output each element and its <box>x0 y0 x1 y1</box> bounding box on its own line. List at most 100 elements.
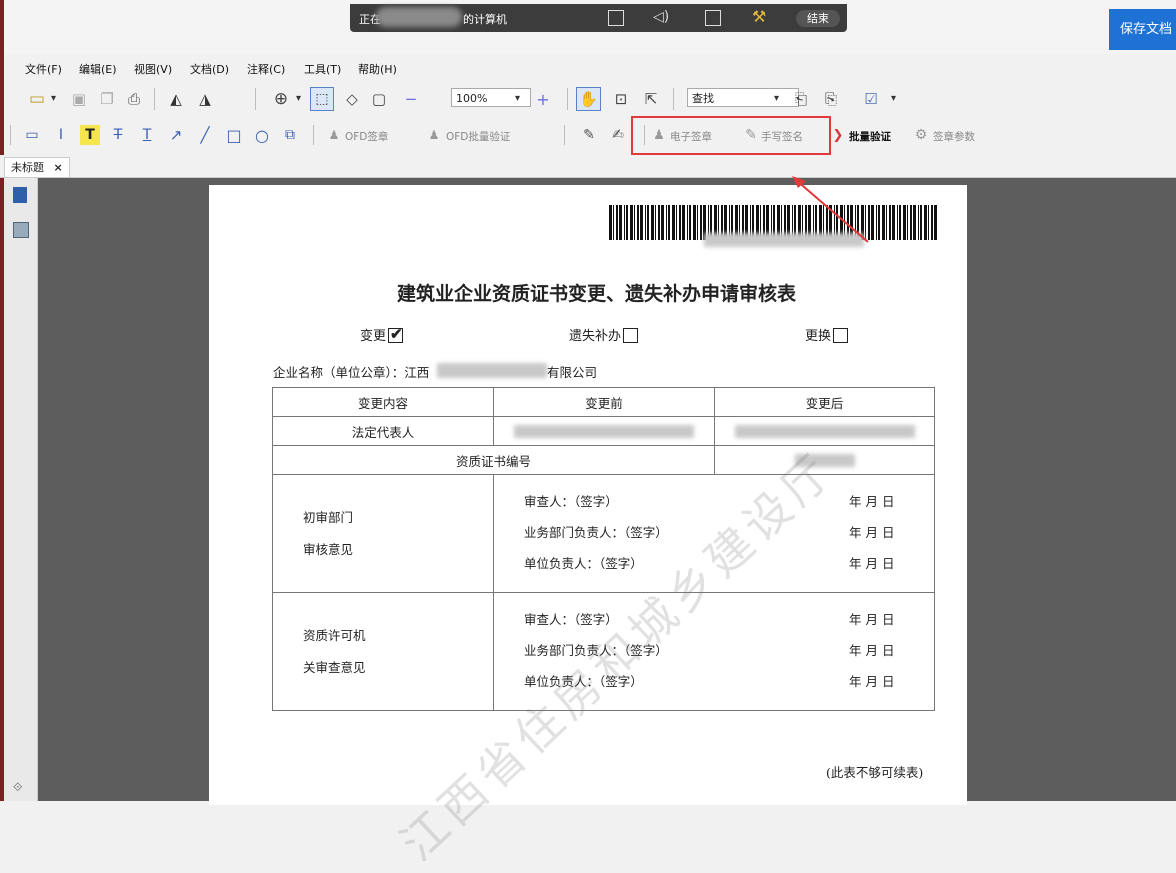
menu-help[interactable]: 帮助(H) <box>358 61 397 77</box>
annotation-toolbar: ▭ Ⅰ T T T ↗ ╱ □ ○ ⧉ ♟ OFD签章 ♟ OFD批量验证 ✎ … <box>8 121 1176 149</box>
open-dropdown-icon[interactable]: ▾ <box>51 93 56 104</box>
search-dropdown-icon[interactable]: ▾ <box>774 93 779 104</box>
find-prev-icon[interactable]: ⎗ <box>791 89 811 109</box>
zoom-plus-icon[interactable]: + <box>533 89 553 109</box>
seal-params-button[interactable]: 签章参数 <box>933 129 975 144</box>
thumbnail-icon[interactable] <box>13 222 29 238</box>
expand-icon[interactable]: ⟐ <box>13 780 22 795</box>
ellipse-icon[interactable]: ○ <box>252 125 272 145</box>
menu-annotate[interactable]: 注释(C) <box>247 61 285 77</box>
date-4: 年 月 日 <box>849 611 895 627</box>
strikeout-icon[interactable]: T <box>108 125 128 145</box>
fit-width-icon[interactable]: ◇ <box>341 89 363 109</box>
sign-tool-dropdown-icon[interactable]: ▾ <box>891 93 896 104</box>
zoom-out-icon[interactable]: − <box>400 89 422 109</box>
barcode-bar <box>920 205 922 240</box>
window-layout-icon[interactable] <box>705 10 721 26</box>
header-after: 变更后 <box>714 387 935 417</box>
check-replace: 更换 <box>805 325 849 344</box>
highlight-text-icon[interactable]: T <box>80 125 100 145</box>
zoom-level-dropdown-icon[interactable]: ▾ <box>515 93 520 104</box>
ofd-batch-verify-icon: ♟ <box>428 128 440 142</box>
ofd-sign-button[interactable]: OFD签章 <box>345 129 388 144</box>
toolbar-separator <box>313 125 314 145</box>
text-select-icon[interactable]: Ⅰ <box>51 125 71 145</box>
close-tab-icon[interactable]: × <box>54 161 63 174</box>
section-initial-review: 初审部门 审核意见 <box>272 474 494 593</box>
check-change-label: 变更 <box>360 329 387 344</box>
menu-edit[interactable]: 编辑(E) <box>79 61 117 77</box>
barcode-bar <box>910 205 912 240</box>
remote-status-suffix: 的计算机 <box>463 13 507 26</box>
ofd-sign-icon: ♟ <box>328 128 340 142</box>
sign-form-icon[interactable]: ✍ <box>608 125 628 145</box>
tool-icon[interactable]: ⚒ <box>752 7 766 26</box>
sign-dept-head: 业务部门负责人：（签字） <box>524 524 668 540</box>
barcode-bar <box>918 205 919 240</box>
underline-icon[interactable]: T <box>137 125 157 145</box>
checkbox-replace[interactable] <box>833 328 849 343</box>
barcode-bar <box>634 205 635 240</box>
document-title: 建筑业企业资质证书变更、遗失补办申请审核表 <box>397 283 797 305</box>
check-change: 变更 ✔ <box>360 325 404 344</box>
arrow-icon[interactable]: ↗ <box>166 125 186 145</box>
save-icon[interactable]: ▣ <box>69 89 89 109</box>
find-next-icon[interactable]: ⎘ <box>821 89 841 109</box>
rotate-right-icon[interactable]: ◮ <box>194 89 216 109</box>
barcode-bar <box>640 205 643 240</box>
rectangle-icon[interactable]: □ <box>224 125 244 145</box>
open-folder-icon[interactable]: ▭ <box>26 89 48 109</box>
rotate-left-icon[interactable]: ◭ <box>165 89 187 109</box>
section1-line1: 初审部门 <box>303 509 354 525</box>
sign-tool-icon[interactable]: ☑ <box>860 89 882 109</box>
gear-icon: ⚙ <box>914 127 928 143</box>
highlight-annotation-box <box>631 116 831 155</box>
ofd-batch-verify-button[interactable]: OFD批量验证 <box>446 129 510 144</box>
sign-reviewer: 审查人：（签字） <box>524 493 618 509</box>
menu-view[interactable]: 视图(V) <box>134 61 172 77</box>
hand-tool-icon[interactable]: ✋ <box>576 87 601 111</box>
print-icon[interactable]: ⎙ <box>124 89 144 109</box>
select-arrow-icon[interactable]: ⇱ <box>640 89 662 109</box>
date-3: 年 月 日 <box>849 555 895 571</box>
barcode-bar <box>661 205 664 240</box>
actual-size-icon[interactable]: ▢ <box>368 89 390 109</box>
fullscreen-icon[interactable] <box>608 10 624 26</box>
barcode-bar <box>647 205 649 240</box>
checkbox-change[interactable]: ✔ <box>388 325 404 343</box>
fit-page-icon[interactable]: ⬚ <box>310 87 334 111</box>
bookmark-icon[interactable] <box>13 187 27 203</box>
zoom-in-icon[interactable]: ⊕ <box>270 88 292 110</box>
checkbox-lost-reissue[interactable] <box>623 328 639 343</box>
sign-unit-head: 单位负责人：（签字） <box>524 555 643 571</box>
search-input[interactable]: 查找 <box>687 88 799 107</box>
menu-tools[interactable]: 工具(T) <box>304 61 341 77</box>
copy-icon[interactable]: ❐ <box>97 89 117 109</box>
end-session-button[interactable]: 结束 <box>796 10 840 27</box>
snapshot-icon[interactable]: ⊡ <box>610 89 632 109</box>
barcode-bar <box>630 205 633 240</box>
check-lost-label: 遗失补办 <box>569 329 622 344</box>
zoom-dropdown-icon[interactable]: ▾ <box>296 93 301 104</box>
batch-verify-button[interactable]: 批量验证 <box>849 129 891 144</box>
barcode-bar <box>613 205 614 240</box>
barcode-bar <box>889 205 891 240</box>
barcode-bar <box>666 205 667 240</box>
barcode-bar <box>609 205 612 240</box>
comment-icon[interactable]: ▭ <box>22 125 42 145</box>
document-tab[interactable]: 未标题 × <box>4 157 70 177</box>
speaker-icon[interactable]: ◁) <box>653 9 669 25</box>
menu-file[interactable]: 文件(F) <box>25 61 62 77</box>
redacted-after <box>734 424 915 438</box>
barcode-bar <box>624 205 625 240</box>
barcode-bar <box>899 205 901 240</box>
header-before: 变更前 <box>493 387 715 417</box>
document-tab-title: 未标题 <box>11 161 44 174</box>
edit-icon[interactable]: ✎ <box>579 125 599 145</box>
stamp-icon[interactable]: ⧉ <box>280 125 300 145</box>
save-document-button[interactable]: 保存文档 <box>1109 9 1176 50</box>
menu-document[interactable]: 文档(D) <box>190 61 229 77</box>
line-icon[interactable]: ╱ <box>195 125 215 145</box>
barcode-bar <box>637 205 639 240</box>
company-name-suffix: 有限公司 <box>547 365 598 380</box>
